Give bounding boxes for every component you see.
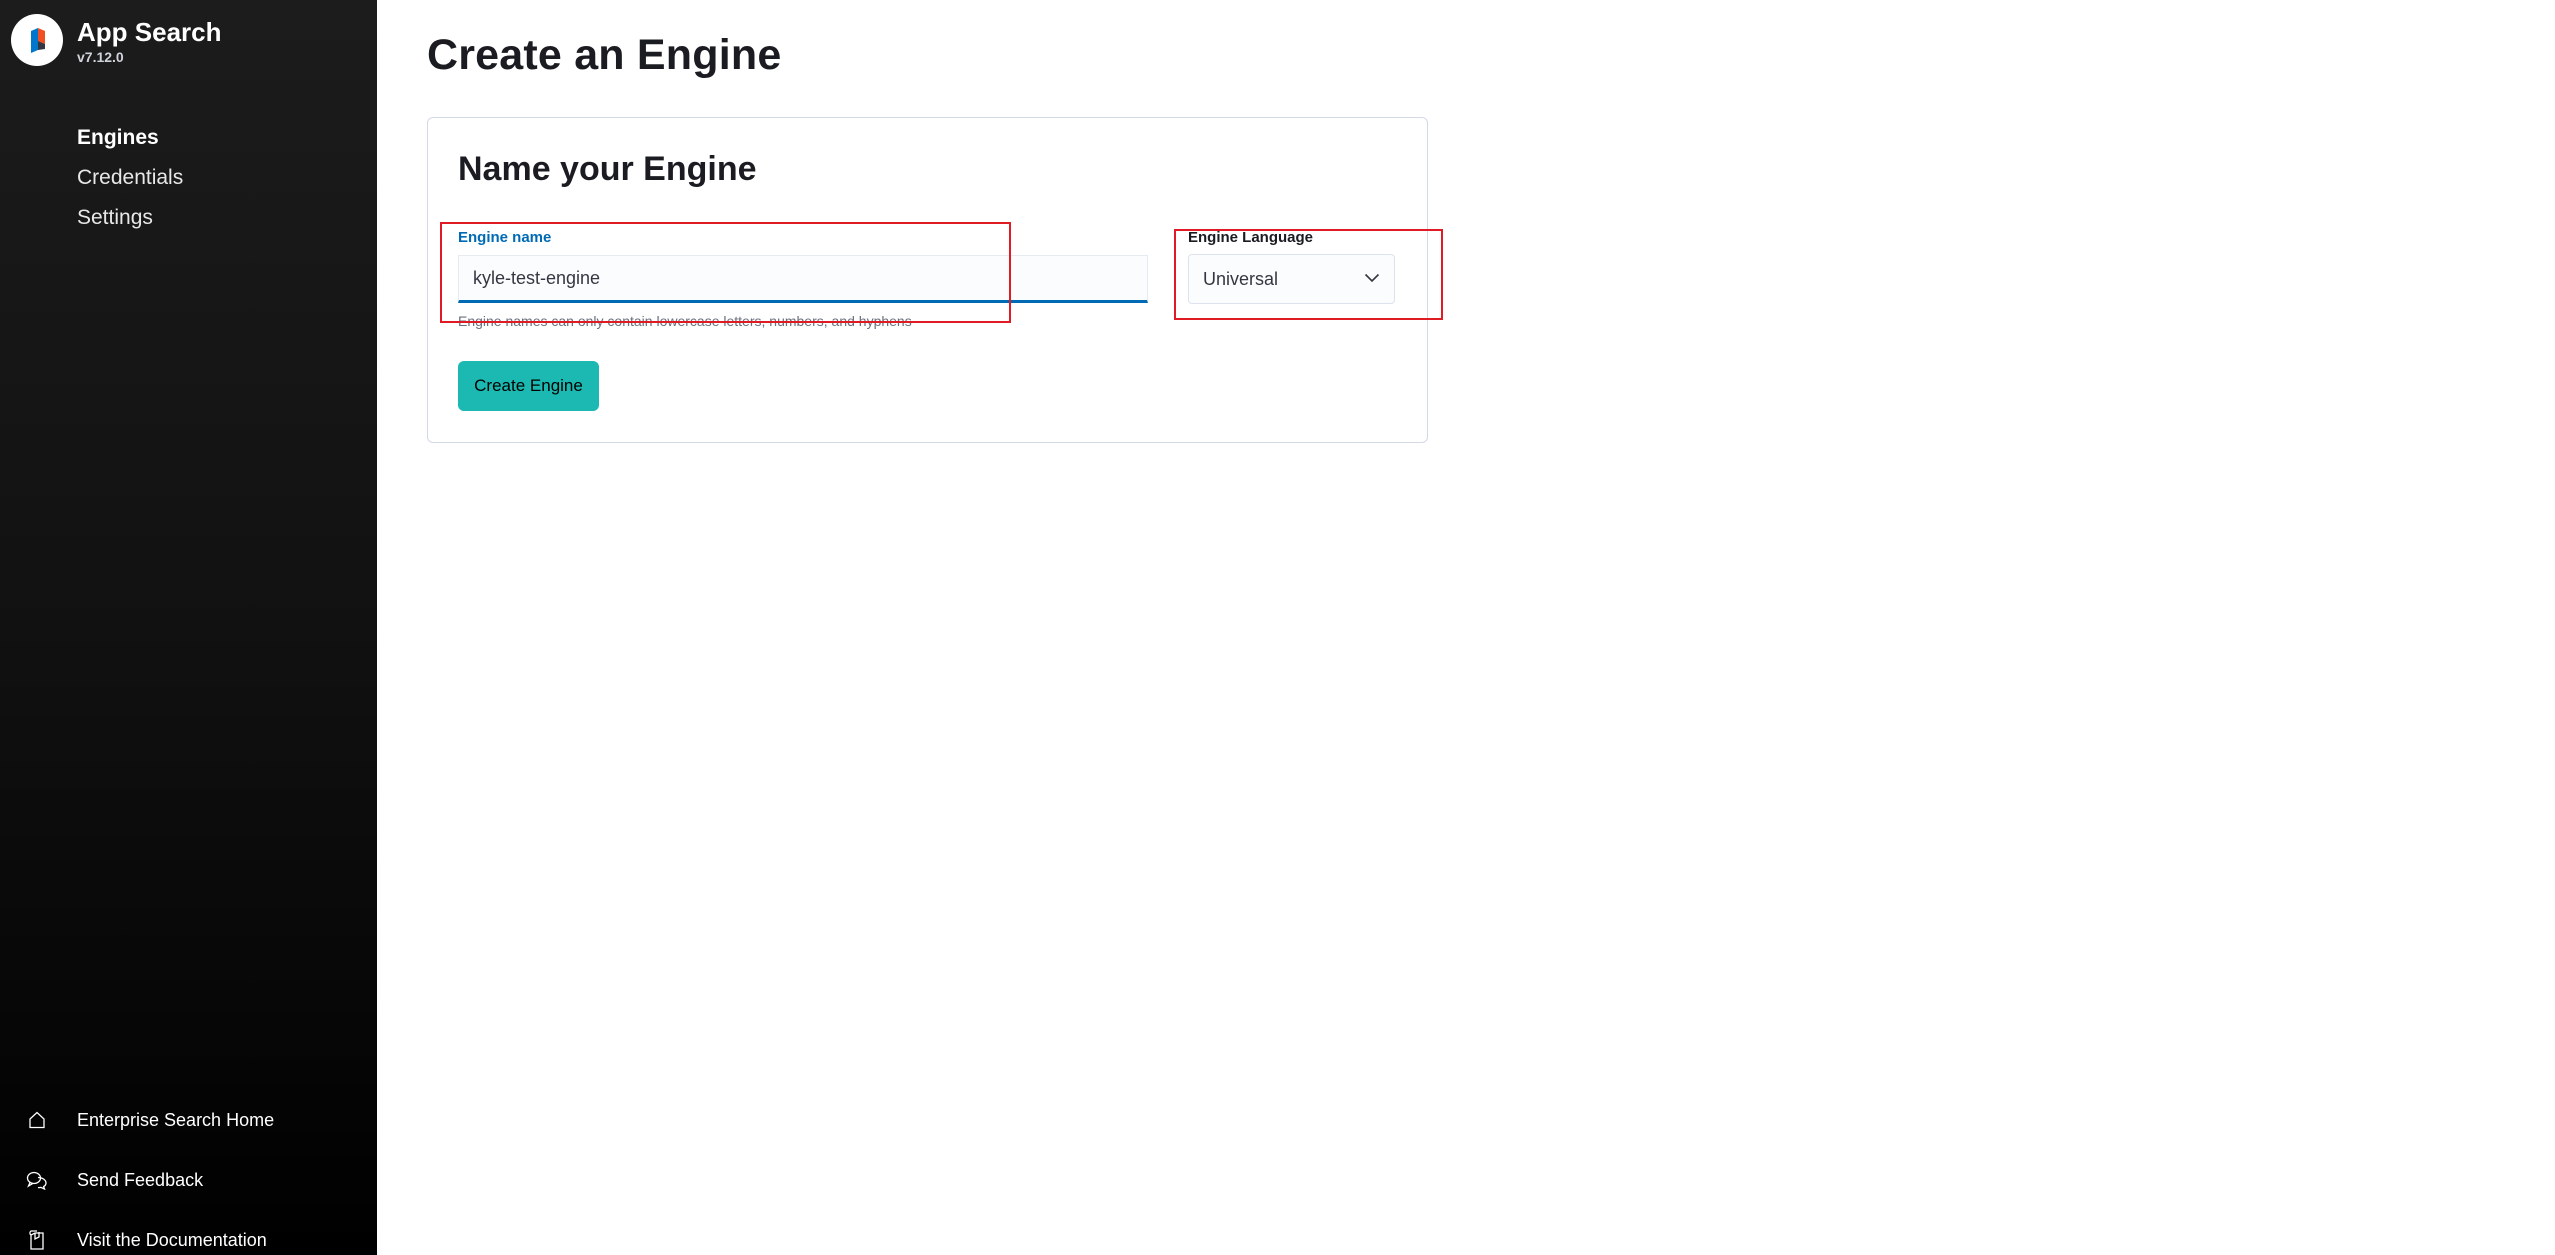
brand-version: v7.12.0 <box>77 49 124 65</box>
page-title: Create an Engine <box>427 31 782 79</box>
footer-link-label: Enterprise Search Home <box>77 1109 275 1130</box>
engine-language-value: Universal <box>1203 268 1279 289</box>
footer-link-label: Send Feedback <box>77 1169 204 1190</box>
footer-link-label: Visit the Documentation <box>77 1229 267 1250</box>
footer-link-send-feedback[interactable]: Send Feedback <box>0 1150 377 1210</box>
create-engine-button[interactable]: Create Engine <box>458 361 599 411</box>
sidebar-item-engines[interactable]: Engines <box>77 118 183 158</box>
footer-link-enterprise-search-home[interactable]: Enterprise Search Home <box>0 1090 377 1150</box>
engine-name-input[interactable] <box>458 255 1148 303</box>
main-content: Create an Engine Name your Engine Engine… <box>377 0 2555 1255</box>
app-search-logo-icon <box>11 14 63 66</box>
create-engine-panel: Name your Engine Engine name Engine name… <box>427 117 1428 443</box>
footer-link-visit-documentation[interactable]: Visit the Documentation <box>0 1210 377 1255</box>
engine-name-label: Engine name <box>458 229 552 246</box>
brand-title: App Search <box>77 17 222 47</box>
documentation-icon <box>0 1229 77 1251</box>
app-root: App Search v7.12.0 Engines Credentials S… <box>0 0 2555 1255</box>
chevron-down-icon <box>1364 270 1380 288</box>
engine-name-help-text: Engine names can only contain lowercase … <box>458 313 912 329</box>
sidebar-nav: Engines Credentials Settings <box>77 118 183 238</box>
chat-icon <box>0 1170 77 1190</box>
engine-language-select[interactable]: Universal <box>1188 254 1395 304</box>
sidebar-item-settings[interactable]: Settings <box>77 198 183 238</box>
sidebar: App Search v7.12.0 Engines Credentials S… <box>0 0 377 1255</box>
brand[interactable]: App Search v7.12.0 <box>11 14 222 66</box>
sidebar-item-credentials[interactable]: Credentials <box>77 158 183 198</box>
engine-language-label: Engine Language <box>1188 229 1314 246</box>
panel-title: Name your Engine <box>458 150 757 188</box>
home-icon <box>0 1110 77 1130</box>
sidebar-footer-links: Enterprise Search Home Send Feedback Vis… <box>0 1090 377 1255</box>
